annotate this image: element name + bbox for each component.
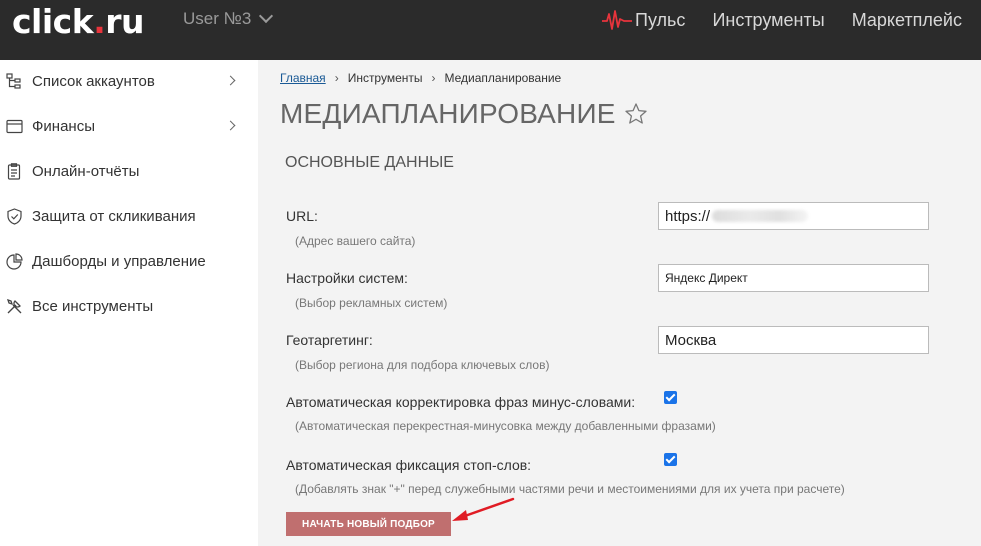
dashboard-icon	[5, 252, 23, 270]
sidebar-item-label: Онлайн-отчёты	[32, 162, 140, 180]
breadcrumb-current: Медиапланирование	[444, 71, 562, 85]
breadcrumb-home-link[interactable]: Главная	[280, 71, 326, 85]
sidebar-item-label: Все инструменты	[32, 297, 154, 315]
breadcrumb-separator: ›	[431, 71, 436, 85]
sidebar-item-dashboards[interactable]: Дашборды и управление	[0, 248, 258, 274]
auto-minus-checkbox[interactable]	[664, 391, 677, 404]
accounts-tree-icon	[5, 72, 23, 90]
red-annotation-arrow	[452, 497, 515, 521]
sidebar-item-all-tools[interactable]: Все инструменты	[0, 293, 258, 319]
geo-input[interactable]: Москва	[658, 326, 929, 354]
top-navigation: Пульс Инструменты Маркетплейс	[602, 9, 981, 31]
sidebar-item-click-protection[interactable]: Защита от скликивания	[0, 203, 258, 229]
report-icon	[5, 162, 23, 180]
breadcrumb: Главная › Инструменты › Медиапланировани…	[280, 71, 561, 85]
page-title: МЕДИАПЛАНИРОВАНИЕ	[280, 98, 648, 130]
logo-text: click	[12, 2, 94, 41]
sidebar-item-label: Защита от скликивания	[32, 207, 196, 225]
breadcrumb-tools: Инструменты	[347, 71, 423, 85]
pulse-icon	[602, 10, 632, 30]
auto-stop-label: Автоматическая фиксация стоп-слов:	[286, 457, 532, 473]
auto-stop-hint: (Добавлять знак "+" перед служебными час…	[295, 482, 845, 496]
systems-select[interactable]: Яндекс Директ	[658, 264, 929, 292]
chevron-right-icon	[225, 75, 236, 86]
geo-label: Геотаргетинг:	[286, 332, 373, 348]
page-title-text: МЕДИАПЛАНИРОВАНИЕ	[280, 98, 616, 129]
nav-marketplace[interactable]: Маркетплейс	[852, 10, 962, 31]
url-input[interactable]: https://	[658, 202, 929, 230]
chevron-down-icon	[259, 8, 274, 24]
url-input-value: https://	[665, 207, 711, 225]
section-title: ОСНОВНЫЕ ДАННЫЕ	[285, 154, 454, 171]
nav-tools[interactable]: Инструменты	[712, 10, 824, 31]
star-icon[interactable]	[624, 102, 648, 126]
main-content: Главная › Инструменты › Медиапланировани…	[258, 60, 981, 546]
systems-hint: (Выбор рекламных систем)	[295, 296, 448, 310]
systems-label: Настройки систем:	[286, 270, 408, 286]
auto-minus-hint: (Автоматическая перекрестная-минусовка м…	[295, 419, 716, 433]
sidebar-item-label: Список аккаунтов	[32, 72, 155, 90]
chevron-right-icon	[225, 120, 236, 131]
sidebar-item-finance[interactable]: Финансы	[0, 113, 258, 139]
user-label: User №3	[183, 9, 252, 28]
url-hint: (Адрес вашего сайта)	[295, 234, 416, 248]
breadcrumb-separator: ›	[334, 71, 339, 85]
top-bar: click.ru User №3 Пульс Инструменты Марке…	[0, 0, 981, 60]
blurred-domain	[712, 210, 809, 222]
logo-dot: .	[93, 2, 106, 41]
tools-icon	[5, 297, 23, 315]
auto-stop-checkbox[interactable]	[664, 453, 677, 466]
logo-suffix: ru	[105, 2, 145, 41]
auto-minus-label: Автоматическая корректировка фраз минус-…	[286, 394, 636, 410]
sidebar-item-accounts[interactable]: Список аккаунтов	[0, 68, 258, 94]
sidebar: Список аккаунтов Финансы Онлайн-отчёты З…	[0, 60, 258, 546]
sidebar-item-label: Финансы	[32, 117, 95, 135]
geo-hint: (Выбор региона для подбора ключевых слов…	[295, 358, 550, 372]
nav-pulse[interactable]: Пульс	[635, 10, 685, 31]
shield-icon	[5, 207, 23, 225]
user-switcher[interactable]: User №3	[183, 8, 274, 29]
url-label: URL:	[286, 208, 318, 224]
wallet-icon	[5, 117, 23, 135]
sidebar-item-reports[interactable]: Онлайн-отчёты	[0, 158, 258, 184]
systems-select-value: Яндекс Директ	[665, 271, 748, 285]
start-new-search-button[interactable]: НАЧАТЬ НОВЫЙ ПОДБОР	[286, 512, 451, 536]
geo-input-value: Москва	[665, 331, 717, 349]
sidebar-item-label: Дашборды и управление	[32, 252, 206, 270]
logo[interactable]: click.ru	[12, 2, 145, 41]
